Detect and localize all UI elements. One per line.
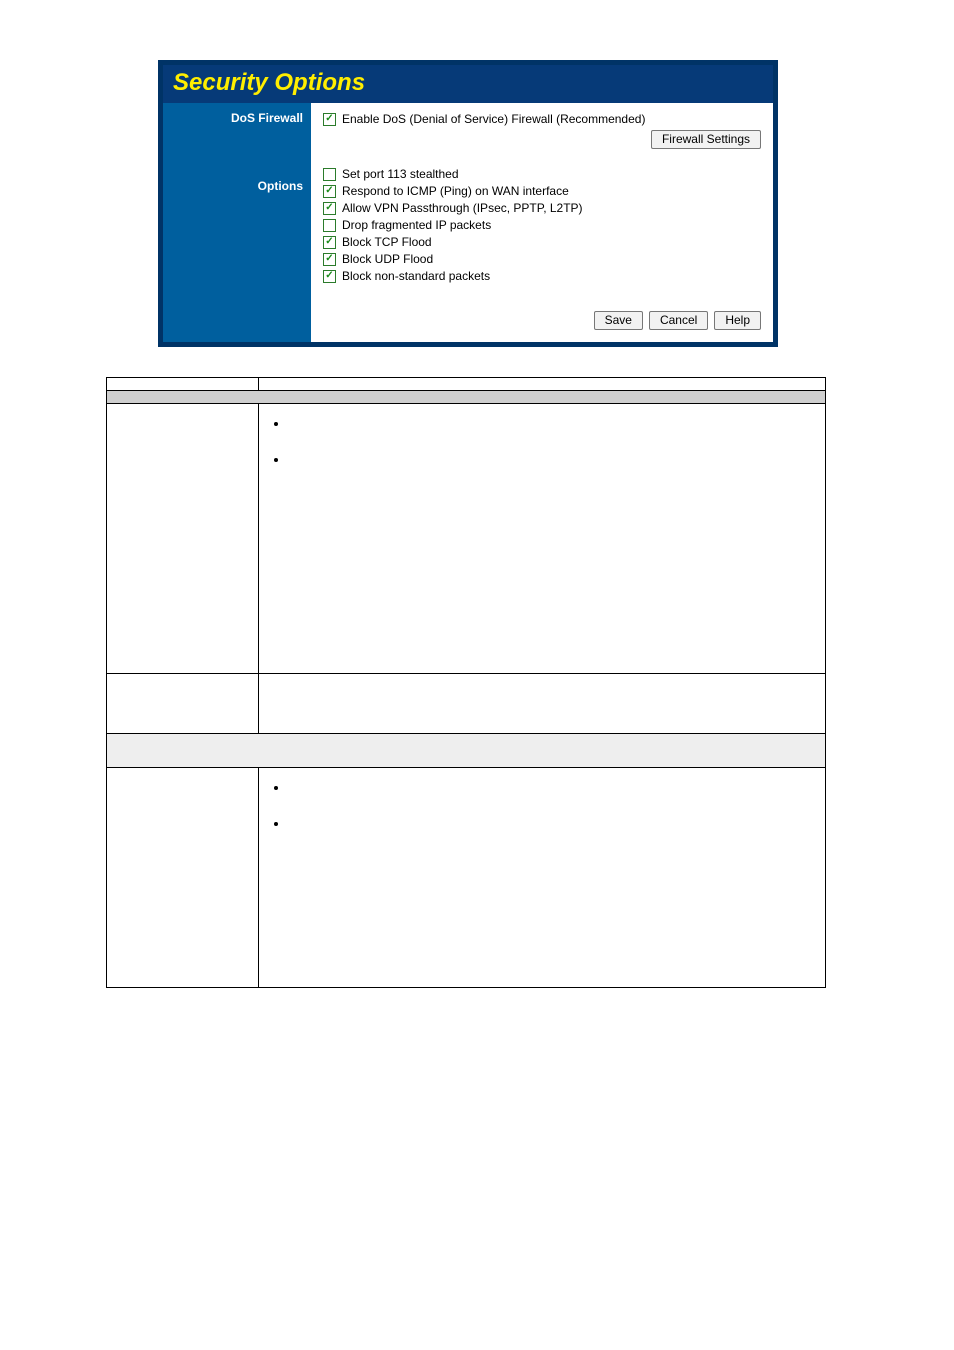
row-respond-icmp-desc [259,768,826,988]
row-respond-icmp-label [107,768,259,988]
option-label: Block TCP Flood [342,235,432,249]
option-label: Block UDP Flood [342,252,433,266]
option-label: Allow VPN Passthrough (IPsec, PPTP, L2TP… [342,201,583,215]
panel-header: Security Options [163,65,773,103]
option-label: Respond to ICMP (Ping) on WAN interface [342,184,569,198]
bullet-item [289,816,817,832]
option-checkbox[interactable]: ✓ [323,270,336,283]
bullet-item [289,452,817,468]
section-firewall-label [107,391,826,404]
enable-dos-checkbox[interactable]: ✓ [323,113,336,126]
settings-description-table [106,377,826,988]
option-label: Drop fragmented IP packets [342,218,491,232]
option-checkbox[interactable]: ✓ [323,253,336,266]
option-checkbox[interactable]: ✓ [323,236,336,249]
section-options-label [107,734,826,768]
row-firewall-settings-desc [259,674,826,734]
option-label: Set port 113 stealthed [342,167,459,181]
panel-content: ✓ Enable DoS (Denial of Service) Firewal… [311,103,773,342]
firewall-settings-button[interactable]: Firewall Settings [651,130,761,149]
enable-dos-label: Enable DoS (Denial of Service) Firewall … [342,112,645,126]
security-options-panel: Security Options DoS Firewall Options ✓ … [158,60,778,347]
side-options-label: Options [163,179,303,193]
option-checkbox[interactable]: ✓ [323,168,336,181]
table-header-row [107,378,826,391]
table-row [107,404,826,674]
side-dos-label: DoS Firewall [163,111,303,125]
bullet-item [289,780,817,796]
section-firewall-row [107,391,826,404]
panel-title: Security Options [173,69,365,96]
bullet-item [289,416,817,432]
option-checkbox[interactable]: ✓ [323,202,336,215]
help-button[interactable]: Help [714,311,761,330]
section-options-row [107,734,826,768]
cancel-button[interactable]: Cancel [649,311,708,330]
col-setting-header [107,378,259,391]
row-firewall-settings-label [107,674,259,734]
option-label: Block non-standard packets [342,269,490,283]
col-description-header [259,378,826,391]
option-checkbox[interactable]: ✓ [323,185,336,198]
save-button[interactable]: Save [594,311,643,330]
table-row [107,768,826,988]
row-enable-dos-desc [259,404,826,674]
side-labels: DoS Firewall Options [163,103,311,342]
row-enable-dos-label [107,404,259,674]
table-row [107,674,826,734]
option-checkbox[interactable]: ✓ [323,219,336,232]
